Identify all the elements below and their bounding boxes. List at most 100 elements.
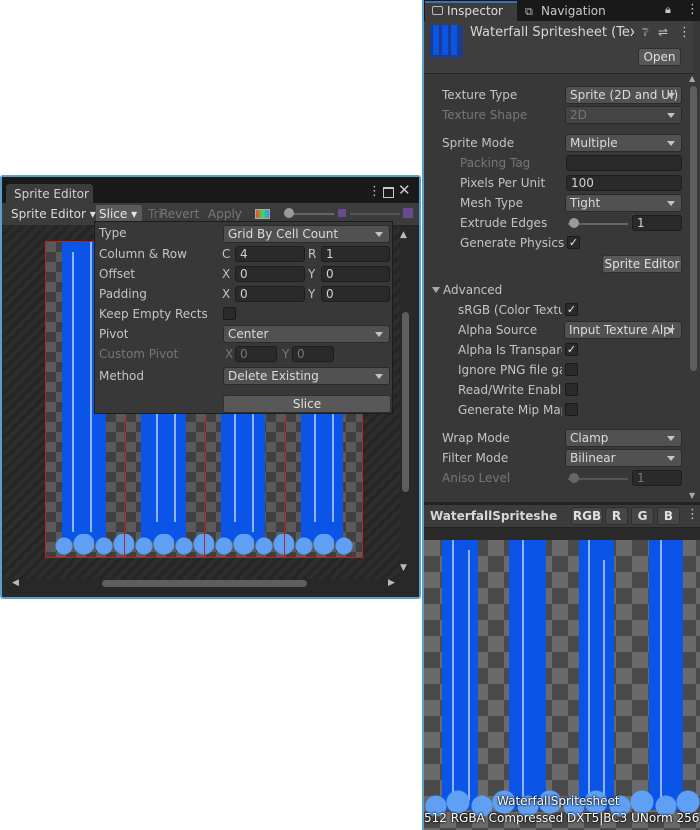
slice-type-label: Type xyxy=(99,226,127,240)
column-count-field[interactable]: 4 xyxy=(235,246,305,262)
srgb-checkbox[interactable]: ✓ xyxy=(565,303,578,316)
keep-empty-rects-checkbox[interactable] xyxy=(223,307,236,320)
g-channel-button[interactable]: G xyxy=(631,507,654,525)
inspector-scroll-thumb[interactable] xyxy=(690,86,697,371)
small-mip-icon xyxy=(338,209,346,217)
packing-tag-field[interactable] xyxy=(566,155,682,171)
slice-type-dropdown[interactable]: Grid By Cell Count xyxy=(223,225,390,243)
asset-title: Waterfall Spritesheet (Tex xyxy=(470,25,634,40)
tab-navigation[interactable]: Navigation xyxy=(541,4,606,18)
open-button[interactable]: Open xyxy=(638,48,681,66)
alpha-transparency-label: Alpha Is Transpare xyxy=(458,343,562,357)
srgb-label: sRGB (Color Textu xyxy=(458,303,562,317)
scroll-left-arrow[interactable]: ◀ xyxy=(12,578,19,588)
generate-physics-checkbox[interactable]: ✓ xyxy=(567,236,580,249)
preview-texture-info: 512 RGBA Compressed DXT5|BC3 UNorm 256 xyxy=(424,811,700,825)
ignore-png-gamma-checkbox[interactable] xyxy=(565,363,578,376)
preview-area: WaterfallSpritesheet 512 RGBA Compressed… xyxy=(424,528,700,830)
read-write-checkbox[interactable] xyxy=(565,383,578,396)
offset-y-field[interactable]: 0 xyxy=(321,266,390,282)
asset-thumbnail xyxy=(430,25,463,58)
extrude-slider-thumb[interactable] xyxy=(569,218,579,228)
alpha-source-label: Alpha Source xyxy=(458,323,538,337)
extrude-edges-field[interactable]: 1 xyxy=(632,215,682,231)
sprite-editor-tab-label: Sprite Editor xyxy=(14,187,89,201)
pivot-label: Pivot xyxy=(99,327,129,341)
ignore-png-gamma-label: Ignore PNG file gar xyxy=(458,363,562,377)
scroll-right-arrow[interactable]: ▶ xyxy=(388,578,395,588)
scroll-down-arrow[interactable]: ▼ xyxy=(400,563,407,573)
sprite-editor-menu-label: Sprite Editor xyxy=(11,207,86,221)
custom-pivot-y-field[interactable]: 0 xyxy=(292,346,334,362)
slice-menu-label: Slice ▾ xyxy=(99,207,138,221)
close-icon[interactable]: ✕ xyxy=(398,182,411,198)
advanced-foldout-icon[interactable] xyxy=(432,287,440,293)
filter-mode-label: Filter Mode xyxy=(442,451,509,465)
sprite-editor-menu[interactable]: Sprite Editor ▾ xyxy=(11,207,96,221)
slice-popup: Type Grid By Cell Count Column & Row C 4… xyxy=(94,221,393,414)
mesh-type-dropdown[interactable]: Tight xyxy=(565,194,682,212)
inspector-scroll-up[interactable]: ▲ xyxy=(689,74,695,83)
read-write-label: Read/Write Enable xyxy=(458,383,562,397)
padding-label: Padding xyxy=(99,287,147,301)
revert-button[interactable]: Revert xyxy=(160,207,199,221)
help-icon[interactable]: ❔︎ xyxy=(642,26,649,40)
method-label: Method xyxy=(99,369,145,383)
sprite-mode-dropdown[interactable]: Multiple xyxy=(565,134,682,152)
scroll-up-arrow[interactable]: ▲ xyxy=(400,230,407,240)
sprite-mode-label: Sprite Mode xyxy=(442,136,515,150)
generate-physics-label: Generate Physics S xyxy=(460,236,564,250)
generate-mipmap-label: Generate Mip Map xyxy=(458,403,562,417)
asset-menu-icon[interactable]: ⋮ xyxy=(678,25,691,40)
horizontal-scroll-thumb[interactable] xyxy=(102,580,307,587)
generate-mipmap-checkbox[interactable] xyxy=(565,403,578,416)
preview-texture xyxy=(424,540,700,830)
offset-y-label: Y xyxy=(308,267,316,281)
texture-type-label: Texture Type xyxy=(442,88,518,102)
mip-slider[interactable] xyxy=(350,213,400,215)
large-mip-icon xyxy=(403,208,413,218)
inspector-menu-icon[interactable]: ⋮ xyxy=(686,2,699,17)
custom-pivot-x-field[interactable]: 0 xyxy=(235,346,277,362)
filter-mode-dropdown[interactable]: Bilinear xyxy=(565,449,682,467)
vertical-scroll-thumb[interactable] xyxy=(402,312,409,492)
lock-icon[interactable]: 🔒︎ xyxy=(665,3,671,17)
aniso-level-label: Aniso Level xyxy=(442,471,511,485)
pixels-per-unit-label: Pixels Per Unit xyxy=(460,176,546,190)
advanced-foldout-label[interactable]: Advanced xyxy=(443,283,502,297)
apply-button[interactable]: Apply xyxy=(208,207,242,221)
r-channel-button[interactable]: R xyxy=(605,507,628,525)
r-label: R xyxy=(308,247,317,261)
keep-empty-rects-label: Keep Empty Rects xyxy=(99,307,208,321)
color-channel-icon[interactable] xyxy=(255,209,270,219)
padding-x-field[interactable]: 0 xyxy=(235,286,305,302)
slice-button[interactable]: Slice xyxy=(223,395,391,413)
inspector-window: Inspector ⧉ Navigation 🔒︎ ⋮ Waterfall Sp… xyxy=(422,0,700,830)
pivot-dropdown[interactable]: Center xyxy=(223,325,390,343)
texture-shape-dropdown[interactable]: 2D xyxy=(565,106,682,124)
method-dropdown[interactable]: Delete Existing xyxy=(223,367,390,385)
padding-y-field[interactable]: 0 xyxy=(321,286,390,302)
window-menu-icon[interactable]: ⋮ xyxy=(368,185,381,198)
alpha-transparency-checkbox[interactable]: ✓ xyxy=(565,343,578,356)
pixels-per-unit-field[interactable]: 100 xyxy=(566,175,682,191)
preview-menu-icon[interactable]: ⋮ xyxy=(686,507,699,522)
custom-pivot-x-label: X xyxy=(225,347,234,361)
b-channel-button[interactable]: B xyxy=(657,507,680,525)
preview-asset-name: WaterfallSpriteshe xyxy=(430,509,558,523)
sprite-editor-button[interactable]: Sprite Editor xyxy=(602,255,682,273)
wrap-mode-dropdown[interactable]: Clamp xyxy=(565,429,682,447)
zoom-slider-thumb[interactable] xyxy=(284,208,294,218)
aniso-level-field[interactable]: 1 xyxy=(632,470,682,486)
preset-icon[interactable]: ⇌ xyxy=(658,25,668,39)
aniso-slider-thumb[interactable] xyxy=(569,473,579,483)
maximize-icon[interactable] xyxy=(383,187,394,198)
row-count-field[interactable]: 1 xyxy=(321,246,390,262)
offset-x-field[interactable]: 0 xyxy=(235,266,305,282)
navigation-icon: ⧉ xyxy=(525,5,533,18)
inspector-scroll-down[interactable]: ▼ xyxy=(689,491,695,500)
rgb-channel-button[interactable]: RGB xyxy=(571,507,603,525)
alpha-source-dropdown[interactable]: Input Texture Alpl xyxy=(564,321,682,339)
texture-type-dropdown[interactable]: Sprite (2D and UI) xyxy=(565,86,682,104)
offset-label: Offset xyxy=(99,267,136,281)
